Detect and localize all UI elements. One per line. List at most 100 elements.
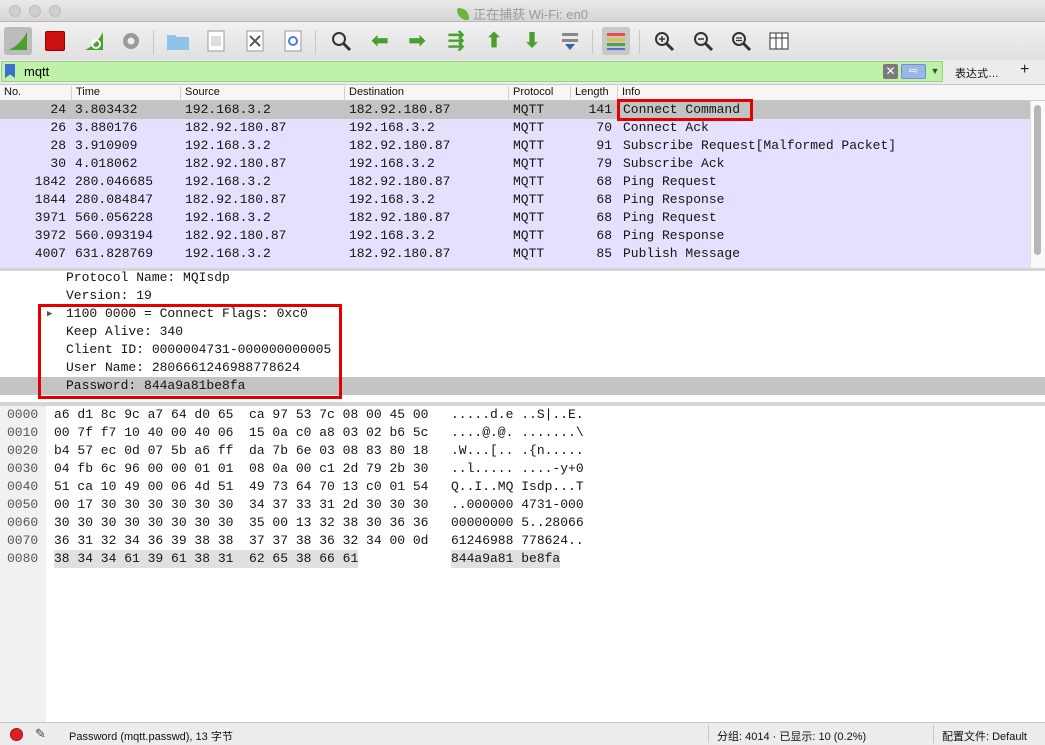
byte-hex[interactable]: 30 30 30 30 30 30 30 30 35 00 13 32 38 3… <box>54 514 428 532</box>
cell-info: Ping Request <box>623 210 717 225</box>
byte-hex[interactable]: a6 d1 8c 9c a7 64 d0 65 ca 97 53 7c 08 0… <box>54 406 428 424</box>
stop-capture-button[interactable] <box>41 27 69 55</box>
go-forward-button[interactable]: ➡ <box>403 27 431 55</box>
cell-length: 141 <box>588 102 612 117</box>
resize-columns-button[interactable] <box>765 27 793 55</box>
table-row[interactable]: 26 3.880176 182.92.180.87 192.168.3.2 MQTT 70… <box>0 119 1030 137</box>
cell-no: 1844 <box>34 192 66 207</box>
detail-row-text: Version: 19 <box>66 288 152 303</box>
byte-offset: 0030 <box>7 461 39 476</box>
byte-hex[interactable]: 51 ca 10 49 00 06 4d 51 49 73 64 70 13 c… <box>54 478 428 496</box>
packet-list: 24 3.803432 192.168.3.2 182.92.180.87 MQTT 14… <box>0 101 1045 268</box>
cell-no: 24 <box>50 102 66 117</box>
display-filter-bar: mqtt ✕ ⇨ ▼ 表达式… + <box>0 60 1045 84</box>
zoom-out-icon <box>694 32 714 52</box>
arrow-right-icon: ⇨ <box>908 65 919 77</box>
capture-options-button[interactable] <box>117 27 145 55</box>
find-packet-icon <box>332 32 352 52</box>
save-file-button[interactable] <box>202 27 230 55</box>
autoscroll-button[interactable] <box>556 27 584 55</box>
expression-button[interactable]: 表达式… <box>955 65 999 81</box>
byte-ascii[interactable]: Q..I..MQ Isdp...T <box>451 478 584 496</box>
first-packet-button[interactable]: ⬆ <box>480 27 508 55</box>
packet-list-scrollbar[interactable] <box>1030 101 1045 268</box>
apply-filter-button[interactable]: ⇨ <box>901 64 926 79</box>
colorize-button[interactable] <box>602 27 630 55</box>
byte-ascii[interactable]: .....d.e ..S|..E. <box>451 406 584 424</box>
byte-ascii[interactable]: 00000000 5..28066 <box>451 514 584 532</box>
filter-history-dropdown[interactable]: ▼ <box>929 64 941 79</box>
cell-destination: 182.92.180.87 <box>349 174 451 189</box>
stop-capture-icon <box>45 31 65 51</box>
cell-source: 182.92.180.87 <box>185 156 287 171</box>
bookmark-icon[interactable] <box>5 64 15 78</box>
table-row[interactable]: 30 4.018062 182.92.180.87 192.168.3.2 MQTT 79… <box>0 155 1030 173</box>
column-header-time[interactable]: Time <box>71 86 100 101</box>
detail-row[interactable]: Protocol Name: MQIsdp <box>0 271 1045 287</box>
byte-ascii[interactable]: .W...[.. .{n..... <box>451 442 584 460</box>
column-header-source[interactable]: Source <box>180 86 220 101</box>
cell-protocol: MQTT <box>513 228 545 243</box>
byte-ascii[interactable]: 61246988 778624.. <box>451 532 584 550</box>
table-row[interactable]: 28 3.910909 192.168.3.2 182.92.180.87 MQTT 91… <box>0 137 1030 155</box>
cell-length: 68 <box>596 192 612 207</box>
display-filter-value[interactable]: mqtt <box>24 64 49 79</box>
byte-hex[interactable]: 38 34 34 61 39 61 38 31 62 65 38 66 61 <box>54 550 359 568</box>
open-file-button[interactable] <box>164 27 192 55</box>
reload-file-button[interactable] <box>279 27 307 55</box>
restart-capture-button[interactable] <box>80 27 108 55</box>
table-row[interactable]: 24 3.803432 192.168.3.2 182.92.180.87 MQTT 14… <box>0 101 1030 119</box>
capture-comment-icon[interactable]: ✎ <box>35 726 46 742</box>
packet-bytes-pane: 0000 a6 d1 8c 9c a7 64 d0 65 ca 97 53 7c … <box>0 406 1045 722</box>
add-filter-button[interactable]: + <box>1020 61 1029 79</box>
cell-destination: 182.92.180.87 <box>349 210 451 225</box>
column-header-length[interactable]: Length <box>570 86 609 101</box>
zoom-in-button[interactable] <box>650 27 678 55</box>
display-filter-input[interactable]: mqtt ✕ ⇨ ▼ <box>1 61 943 82</box>
column-header-no[interactable]: No. <box>0 86 21 101</box>
byte-hex[interactable]: 04 fb 6c 96 00 00 01 01 08 0a 00 c1 2d 7… <box>54 460 428 478</box>
clear-filter-button[interactable]: ✕ <box>883 64 898 79</box>
column-header-protocol[interactable]: Protocol <box>508 86 553 101</box>
byte-ascii[interactable]: ..l..... ....-y+0 <box>451 460 584 478</box>
start-capture-button[interactable] <box>4 27 32 55</box>
go-back-button[interactable]: ⬅ <box>366 27 394 55</box>
cell-no: 4007 <box>34 246 66 261</box>
table-row[interactable]: 3972 560.093194 182.92.180.87 192.168.3.2 MQ… <box>0 227 1030 245</box>
byte-ascii[interactable]: 844a9a81 be8fa <box>451 550 561 568</box>
find-packet-button[interactable] <box>327 27 355 55</box>
status-packet-stats: 分组: 4014 · 已显示: 10 (0.2%) <box>717 731 867 743</box>
byte-ascii[interactable]: ....@.@. .......\ <box>451 424 584 442</box>
cell-info: Subscribe Ack <box>623 156 725 171</box>
byte-hex[interactable]: 00 17 30 30 30 30 30 30 34 37 33 31 2d 3… <box>54 496 428 514</box>
cell-protocol: MQTT <box>513 246 545 261</box>
zoom-in-icon <box>655 32 675 52</box>
cell-protocol: MQTT <box>513 174 545 189</box>
zoom-normal-button[interactable] <box>727 27 755 55</box>
resize-columns-icon <box>769 32 789 50</box>
cell-protocol: MQTT <box>513 102 545 117</box>
table-row[interactable]: 1842 280.046685 192.168.3.2 182.92.180.87 MQ… <box>0 173 1030 191</box>
table-row[interactable]: 1844 280.084847 182.92.180.87 192.168.3.2 MQ… <box>0 191 1030 209</box>
status-profile[interactable]: 配置文件: Default <box>942 728 1027 744</box>
cell-time: 280.084847 <box>75 192 154 207</box>
scrollbar-thumb[interactable] <box>1034 105 1041 255</box>
byte-hex[interactable]: 36 31 32 34 36 39 38 38 37 37 38 36 32 3… <box>54 532 428 550</box>
cell-no: 26 <box>50 120 66 135</box>
cell-source: 192.168.3.2 <box>185 138 271 153</box>
byte-hex[interactable]: 00 7f f7 10 40 00 40 06 15 0a c0 a8 03 0… <box>54 424 428 442</box>
go-to-packet-button[interactable]: ⇶ <box>442 27 470 55</box>
byte-hex[interactable]: b4 57 ec 0d 07 5b a6 ff da 7b 6e 03 08 8… <box>54 442 428 460</box>
table-row[interactable]: 3971 560.056228 192.168.3.2 182.92.180.87 MQ… <box>0 209 1030 227</box>
close-file-button[interactable] <box>241 27 269 55</box>
expert-info-icon[interactable] <box>10 728 23 741</box>
zoom-out-button[interactable] <box>689 27 717 55</box>
byte-ascii[interactable]: ..000000 4731-000 <box>451 496 584 514</box>
cell-destination: 192.168.3.2 <box>349 192 435 207</box>
detail-row[interactable]: Version: 19 <box>0 287 1045 305</box>
column-header-destination[interactable]: Destination <box>344 86 404 101</box>
cell-time: 4.018062 <box>75 156 138 171</box>
packet-list-header: No. Time Source Destination Protocol Len… <box>0 84 1045 101</box>
last-packet-button[interactable]: ⬇ <box>518 27 546 55</box>
table-row[interactable]: 4007 631.828769 192.168.3.2 182.92.180.87 MQ… <box>0 245 1030 263</box>
